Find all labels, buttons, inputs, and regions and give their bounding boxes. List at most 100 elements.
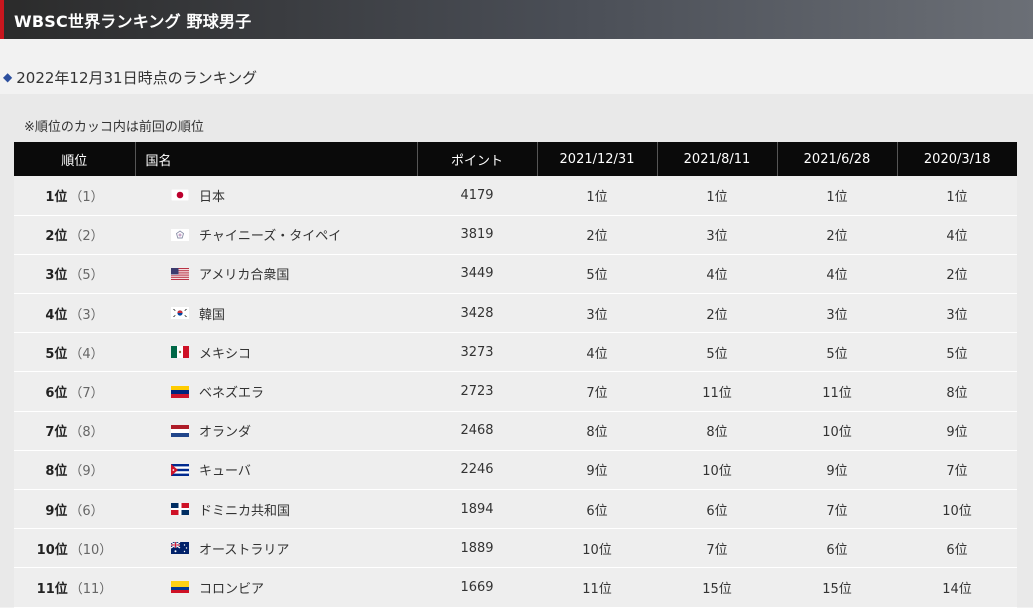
previous-rank: （3） (69, 307, 104, 323)
rank-2021-12-31-cell: 8位 (537, 411, 657, 451)
rank-2021-12-31-cell: 6位 (537, 489, 657, 530)
rank-value: 8位 (45, 464, 68, 480)
table-row: 1位 （1） 日本 4179 1位 1位 1位 1位 (14, 176, 1017, 216)
rank-2021-8-11-cell: 3位 (657, 215, 777, 255)
rank-cell: 4位 （3） (14, 293, 135, 334)
rank-2021-8-11-cell: 2位 (657, 293, 777, 334)
rank-2021-6-28-cell: 1位 (777, 176, 897, 216)
country-cell: キューバ (135, 450, 417, 491)
country-name: メキシコ (199, 346, 252, 362)
rank-2020-3-18-cell: 4位 (897, 215, 1017, 255)
rank-2020-3-18-cell: 3位 (897, 293, 1017, 334)
rank-2020-3-18-cell: 1位 (897, 176, 1017, 216)
rank-2021-8-11-cell: 4位 (657, 254, 777, 295)
points-cell: 1889 (417, 528, 537, 569)
rank-value: 1位 (45, 189, 68, 205)
rank-2021-8-11-cell: 7位 (657, 528, 777, 569)
rank-2021-12-31-cell: 5位 (537, 254, 657, 295)
australia-flag-icon (171, 542, 189, 555)
venezuela-flag-icon (171, 385, 189, 398)
rank-2021-6-28-cell: 7位 (777, 489, 897, 530)
rank-2021-12-31-cell: 1位 (537, 176, 657, 216)
column-header-2021-8-11[interactable]: 2021/8/11 (657, 142, 778, 176)
table-header-row: 順位 国名 ポイント 2021/12/31 2021/8/11 2021/6/2… (14, 142, 1017, 176)
column-header-rank[interactable]: 順位 (14, 142, 136, 176)
page-title: WBSC世界ランキング 野球男子 (14, 11, 252, 31)
chinese-taipei-flag-icon (171, 228, 189, 241)
country-cell: オランダ (135, 411, 417, 451)
rank-2021-6-28-cell: 5位 (777, 332, 897, 373)
table-row: 4位 （3） 韓国 3428 3位 2位 3位 3位 (14, 293, 1017, 334)
rank-2021-6-28-cell: 10位 (777, 411, 897, 451)
rank-value: 9位 (45, 503, 68, 519)
table-row: 10位 （10） オーストラリア 1889 10位 7位 6位 6位 (14, 528, 1017, 569)
country-name: オーストラリア (199, 542, 290, 558)
table-row: 9位 （6） ドミニカ共和国 1894 6位 6位 7位 10位 (14, 489, 1017, 530)
previous-rank: （10） (69, 542, 113, 558)
country-name: オランダ (199, 425, 252, 441)
rank-cell: 10位 （10） (14, 528, 135, 569)
points-cell: 3273 (417, 332, 537, 373)
ranking-note: ※順位のカッコ内は前回の順位 (24, 120, 204, 135)
rank-2021-12-31-cell: 7位 (537, 371, 657, 412)
table-row: 3位 （5） アメリカ合衆国 3449 5位 4位 4位 2位 (14, 254, 1017, 295)
rank-cell: 7位 （8） (14, 411, 135, 451)
previous-rank: （9） (69, 464, 104, 480)
country-cell: メキシコ (135, 332, 417, 373)
previous-rank: （1） (69, 189, 104, 205)
previous-rank: （5） (69, 268, 104, 284)
country-name: ドミニカ共和国 (199, 503, 291, 519)
rank-2021-8-11-cell: 5位 (657, 332, 777, 373)
points-cell: 4179 (417, 176, 537, 216)
rank-2021-12-31-cell: 2位 (537, 215, 657, 255)
rank-cell: 3位 （5） (14, 254, 135, 295)
rank-2021-8-11-cell: 11位 (657, 371, 777, 412)
column-header-2021-12-31[interactable]: 2021/12/31 (537, 142, 658, 176)
column-header-points[interactable]: ポイント (417, 142, 538, 176)
korea-flag-icon (171, 307, 189, 320)
rank-2020-3-18-cell: 5位 (897, 332, 1017, 373)
rank-2021-8-11-cell: 8位 (657, 411, 777, 451)
column-header-2021-6-28[interactable]: 2021/6/28 (777, 142, 898, 176)
previous-rank: （11） (69, 581, 113, 597)
rank-2020-3-18-cell: 10位 (897, 489, 1017, 530)
column-header-2020-3-18[interactable]: 2020/3/18 (897, 142, 1017, 176)
cuba-flag-icon (171, 463, 189, 476)
country-cell: ベネズエラ (135, 371, 417, 412)
rank-cell: 5位 （4） (14, 332, 135, 373)
country-cell: 韓国 (135, 293, 417, 334)
points-cell: 1669 (417, 567, 537, 608)
rank-2020-3-18-cell: 9位 (897, 411, 1017, 451)
rank-2021-6-28-cell: 15位 (777, 567, 897, 608)
rank-2021-6-28-cell: 9位 (777, 450, 897, 491)
rank-2020-3-18-cell: 6位 (897, 528, 1017, 569)
rank-value: 2位 (45, 229, 68, 245)
previous-rank: （2） (69, 229, 104, 245)
rank-2021-6-28-cell: 4位 (777, 254, 897, 295)
usa-flag-icon (171, 267, 189, 280)
previous-rank: （4） (69, 346, 104, 362)
rank-2020-3-18-cell: 14位 (897, 567, 1017, 608)
table-row: 5位 （4） メキシコ 3273 4位 5位 5位 5位 (14, 332, 1017, 373)
country-cell: アメリカ合衆国 (135, 254, 417, 295)
country-name: ベネズエラ (199, 386, 265, 402)
country-name: コロンビア (199, 581, 265, 597)
rank-2020-3-18-cell: 8位 (897, 371, 1017, 412)
rank-value: 10位 (36, 542, 68, 558)
rank-2021-6-28-cell: 6位 (777, 528, 897, 569)
country-cell: コロンビア (135, 567, 417, 608)
rank-value: 4位 (45, 307, 68, 323)
rank-cell: 6位 （7） (14, 371, 135, 412)
table-row: 11位 （11） コロンビア 1669 11位 15位 15位 14位 (14, 567, 1017, 608)
column-header-country[interactable]: 国名 (135, 142, 418, 176)
netherlands-flag-icon (171, 424, 189, 437)
rank-2021-8-11-cell: 1位 (657, 176, 777, 216)
points-cell: 2246 (417, 450, 537, 491)
country-name: 韓国 (199, 307, 226, 323)
rank-2021-8-11-cell: 10位 (657, 450, 777, 491)
rank-2020-3-18-cell: 7位 (897, 450, 1017, 491)
rank-2021-12-31-cell: 3位 (537, 293, 657, 334)
rank-2021-8-11-cell: 6位 (657, 489, 777, 530)
rank-2021-12-31-cell: 9位 (537, 450, 657, 491)
points-cell: 3428 (417, 293, 537, 334)
